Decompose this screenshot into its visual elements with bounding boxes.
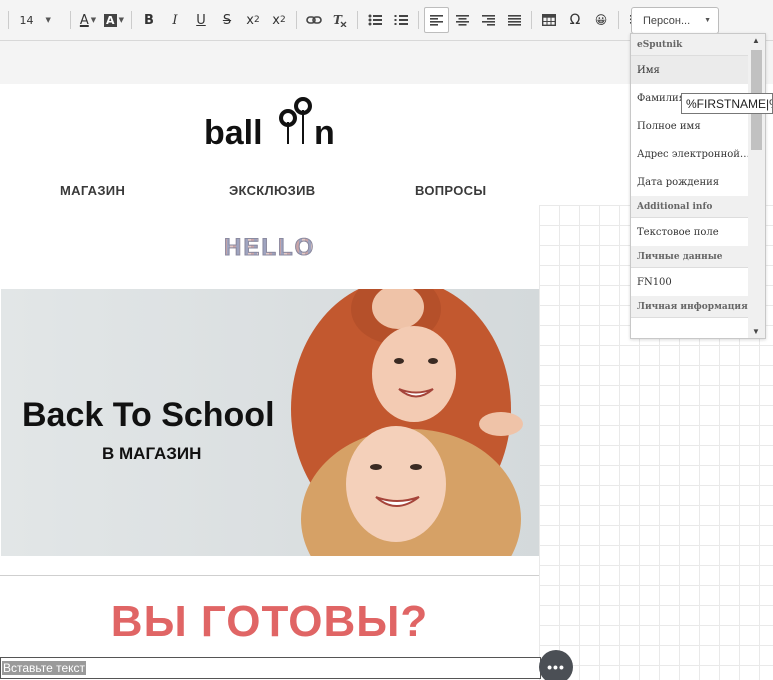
personalization-dropdown: eSputnik Имя Фамилия Полное имя Адрес эл… bbox=[630, 33, 766, 339]
field-option-fn100[interactable]: FN100 bbox=[631, 268, 749, 296]
emoji-icon[interactable]: 😀 bbox=[589, 7, 614, 33]
toolbar-separator bbox=[357, 11, 358, 29]
toolbar-separator bbox=[418, 11, 419, 29]
toolbar-separator bbox=[618, 11, 619, 29]
toolbar-separator bbox=[131, 11, 132, 29]
hello-heading: HELLO bbox=[223, 234, 316, 262]
subscript-icon[interactable]: x2 bbox=[241, 7, 266, 33]
chevron-down-icon: ▼ bbox=[45, 16, 51, 24]
field-option-first-name[interactable]: Имя bbox=[631, 56, 749, 84]
highlight-color-icon[interactable]: A ▼ bbox=[102, 7, 127, 33]
scroll-down-icon[interactable]: ▼ bbox=[752, 327, 760, 336]
chevron-down-icon: ▼ bbox=[704, 17, 712, 24]
group-header-esputnik: eSputnik bbox=[631, 34, 749, 56]
hero-subtitle: В МАГАЗИН bbox=[102, 444, 202, 463]
nav-link-shop[interactable]: МАГАЗИН bbox=[60, 183, 125, 198]
field-option-full-name[interactable]: Полное имя bbox=[631, 112, 749, 140]
link-icon[interactable] bbox=[302, 7, 327, 33]
group-header-personal-info: Личная информация bbox=[631, 296, 749, 318]
personalization-label: Персон... bbox=[643, 14, 691, 27]
superscript-icon[interactable]: x2 bbox=[267, 7, 292, 33]
nav-link-exclusive[interactable]: ЭКСКЛЮЗИВ bbox=[229, 183, 315, 198]
font-color-icon[interactable]: A ▼ bbox=[76, 7, 101, 33]
strikethrough-icon[interactable]: S bbox=[215, 7, 240, 33]
nav-link-faq[interactable]: ВОПРОСЫ bbox=[415, 183, 486, 198]
hero-banner[interactable]: Back To School В МАГАЗИН bbox=[1, 289, 539, 556]
toolbar-separator bbox=[8, 11, 9, 29]
font-size-value: 14 bbox=[19, 13, 34, 27]
align-justify-icon[interactable] bbox=[502, 7, 527, 33]
group-header-personal-data: Личные данные bbox=[631, 246, 749, 268]
toolbar-separator bbox=[296, 11, 297, 29]
personalization-select[interactable]: Персон... ▼ bbox=[631, 7, 719, 34]
group-header-additional-info: Additional info bbox=[631, 196, 749, 218]
balloon-logo: balloon ball n bbox=[204, 96, 344, 152]
hero-title: Back To School bbox=[22, 396, 275, 434]
svg-text:T: T bbox=[333, 13, 343, 27]
toolbar-separator bbox=[531, 11, 532, 29]
ready-heading: ВЫ ГОТОВЫ? bbox=[110, 597, 429, 646]
field-option-text-field[interactable]: Текстовое поле bbox=[631, 218, 749, 246]
font-size-select[interactable]: 14 ▼ bbox=[14, 7, 66, 33]
clear-format-icon[interactable]: T bbox=[328, 7, 353, 33]
scroll-up-icon[interactable]: ▲ bbox=[752, 36, 760, 45]
toolbar-separator bbox=[70, 11, 71, 29]
section-divider bbox=[0, 575, 539, 576]
field-option-email[interactable]: Адрес электронной… bbox=[631, 140, 749, 168]
italic-icon[interactable]: I bbox=[163, 7, 188, 33]
svg-text:n: n bbox=[314, 114, 335, 150]
insert-text-field[interactable]: Вставьте текст bbox=[0, 657, 541, 679]
more-options-button[interactable]: ••• bbox=[539, 650, 573, 680]
svg-text:ball: ball bbox=[204, 114, 263, 150]
numbered-list-icon[interactable] bbox=[389, 7, 414, 33]
table-icon[interactable] bbox=[537, 7, 562, 33]
dropdown-scrollbar[interactable]: ▲ ▼ bbox=[748, 34, 765, 338]
align-left-icon[interactable] bbox=[423, 7, 449, 33]
bulleted-list-icon[interactable] bbox=[363, 7, 388, 33]
personalization-list: eSputnik Имя Фамилия Полное имя Адрес эл… bbox=[631, 34, 749, 318]
insert-text-placeholder: Вставьте текст bbox=[2, 661, 87, 675]
special-char-icon[interactable]: Ω bbox=[563, 7, 588, 33]
field-option-birthday[interactable]: Дата рождения bbox=[631, 168, 749, 196]
merge-tag-tooltip: %FIRSTNAME|% bbox=[681, 93, 773, 114]
underline-icon[interactable]: U bbox=[189, 7, 214, 33]
bold-icon[interactable]: B bbox=[137, 7, 162, 33]
align-right-icon[interactable] bbox=[476, 7, 501, 33]
align-center-icon[interactable] bbox=[450, 7, 475, 33]
